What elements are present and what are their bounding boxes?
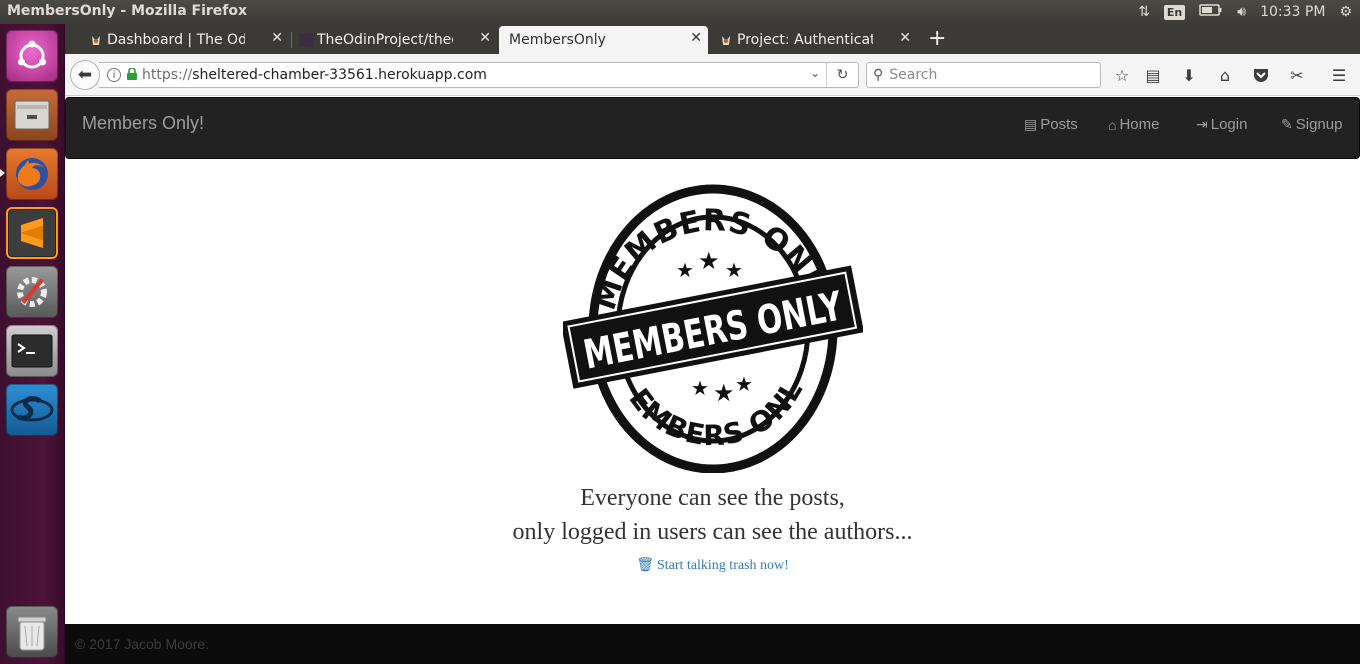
footer-copyright: © 2017 Jacob Moore. bbox=[75, 636, 210, 652]
home-icon[interactable]: ⌂ bbox=[1214, 64, 1236, 86]
web-page: Members Only! ▤ Posts ⌂ Home ⇥ Login ✎ Signu… bbox=[65, 97, 1360, 664]
odin-favicon-icon bbox=[89, 33, 103, 47]
trash-icon[interactable] bbox=[6, 606, 58, 658]
firefox-icon[interactable] bbox=[6, 148, 58, 200]
back-arrow-icon: ⬅ bbox=[77, 65, 93, 85]
tab-strip: Dashboard | The Odin Project ✕ TheOdinPr… bbox=[65, 24, 1360, 54]
system-indicators: ⇅ En 🔊︎ 10:33 PM ⚙ bbox=[1138, 0, 1352, 24]
svg-text:★: ★ bbox=[713, 379, 735, 407]
terminal-icon[interactable] bbox=[6, 325, 58, 377]
nav-login-link[interactable]: ⇥ Login bbox=[1196, 116, 1247, 133]
close-tab-icon[interactable]: ✕ bbox=[690, 30, 702, 46]
tagline-line-1: Everyone can see the posts, bbox=[580, 485, 845, 511]
sublime-text-icon[interactable] bbox=[6, 207, 58, 259]
members-only-stamp-logo: MEMBERS ONLY MEMBERS ONLY ★★★ ★★★ MEMBER… bbox=[549, 155, 865, 477]
battery-icon[interactable] bbox=[1199, 4, 1223, 20]
site-navbar: Members Only! ▤ Posts ⌂ Home ⇥ Login ✎ Signu… bbox=[65, 97, 1360, 159]
tab-separator bbox=[291, 32, 292, 48]
list-icon: ▤ bbox=[1024, 116, 1038, 132]
search-placeholder: Search bbox=[889, 67, 938, 83]
ubuntu-dash-icon[interactable] bbox=[6, 30, 58, 82]
start-talking-link[interactable]: 🗑︎ Start talking trash now! bbox=[65, 557, 1360, 574]
url-text: https://sheltered-chamber-33561.herokuap… bbox=[142, 67, 487, 83]
files-icon[interactable] bbox=[6, 89, 58, 141]
unity-launcher bbox=[0, 24, 65, 664]
trash-icon: 🗑︎ bbox=[636, 558, 654, 573]
footer: © 2017 Jacob Moore. bbox=[65, 624, 1360, 664]
window-title: MembersOnly - Mozilla Firefox bbox=[7, 3, 248, 19]
search-input[interactable]: ⚲ Search bbox=[866, 62, 1101, 88]
nav-signup-link[interactable]: ✎ Signup bbox=[1281, 116, 1342, 133]
running-indicator bbox=[0, 169, 5, 177]
svg-text:★: ★ bbox=[691, 376, 709, 400]
tab-github[interactable]: TheOdinProject/theodinproject ✕ bbox=[293, 26, 497, 54]
bookmark-star-icon[interactable]: ☆ bbox=[1111, 64, 1133, 86]
os-top-panel: MembersOnly - Mozilla Firefox ⇅ En 🔊︎ 10… bbox=[0, 0, 1360, 24]
extension-icon[interactable]: ✂ bbox=[1286, 64, 1308, 86]
volume-icon[interactable]: 🔊︎ bbox=[1237, 4, 1246, 20]
svg-text:★: ★ bbox=[735, 372, 753, 396]
svg-text:★: ★ bbox=[698, 247, 720, 275]
brand-link[interactable]: Members Only! bbox=[82, 113, 204, 134]
pencil-icon: ✎ bbox=[1281, 116, 1293, 132]
clock[interactable]: 10:33 PM bbox=[1260, 4, 1325, 20]
app-s-icon[interactable] bbox=[6, 384, 58, 436]
pocket-icon[interactable] bbox=[1250, 64, 1272, 86]
site-info-icon[interactable]: i bbox=[107, 68, 121, 82]
reload-icon[interactable]: ↻ bbox=[826, 63, 858, 87]
hamburger-menu-icon[interactable]: ☰ bbox=[1328, 64, 1350, 86]
back-button[interactable]: ⬅ bbox=[70, 60, 100, 90]
tab-membersonly[interactable]: MembersOnly ✕ bbox=[499, 26, 708, 54]
tagline-line-2: only logged in users can see the authors… bbox=[512, 519, 913, 545]
nav-posts-link[interactable]: ▤ Posts bbox=[1024, 116, 1078, 133]
network-icon[interactable]: ⇅ bbox=[1138, 4, 1150, 20]
new-tab-plus-icon[interactable]: + bbox=[928, 26, 946, 51]
login-icon: ⇥ bbox=[1196, 116, 1208, 132]
github-favicon-icon bbox=[299, 33, 313, 47]
url-dropdown-chevron-down-icon[interactable]: ⌄ bbox=[810, 66, 820, 80]
keyboard-layout-indicator[interactable]: En bbox=[1163, 4, 1186, 20]
downloads-icon[interactable]: ⬇ bbox=[1178, 64, 1200, 86]
tab-project-authentication[interactable]: Project: Authentication ✕ bbox=[713, 26, 917, 54]
close-tab-icon[interactable]: ✕ bbox=[899, 30, 911, 46]
settings-gear-icon[interactable]: ⚙ bbox=[1339, 4, 1352, 20]
navigation-toolbar: i https://sheltered-chamber-33561.heroku… bbox=[65, 54, 1360, 96]
svg-text:★: ★ bbox=[676, 258, 694, 282]
close-tab-icon[interactable]: ✕ bbox=[271, 30, 283, 46]
tagline: Everyone can see the posts, only logged … bbox=[65, 481, 1360, 549]
odin-favicon-icon bbox=[719, 33, 733, 47]
url-bar[interactable]: i https://sheltered-chamber-33561.heroku… bbox=[99, 62, 859, 88]
search-icon: ⚲ bbox=[873, 67, 884, 83]
svg-text:★: ★ bbox=[725, 258, 743, 282]
reading-list-icon[interactable]: ▤ bbox=[1142, 64, 1164, 86]
home-icon: ⌂ bbox=[1108, 116, 1117, 133]
system-settings-icon[interactable] bbox=[6, 266, 58, 318]
lock-icon bbox=[127, 66, 137, 83]
nav-home-link[interactable]: ⌂ Home bbox=[1108, 116, 1159, 133]
close-tab-icon[interactable]: ✕ bbox=[479, 30, 491, 46]
tab-dashboard[interactable]: Dashboard | The Odin Project ✕ bbox=[83, 26, 289, 54]
